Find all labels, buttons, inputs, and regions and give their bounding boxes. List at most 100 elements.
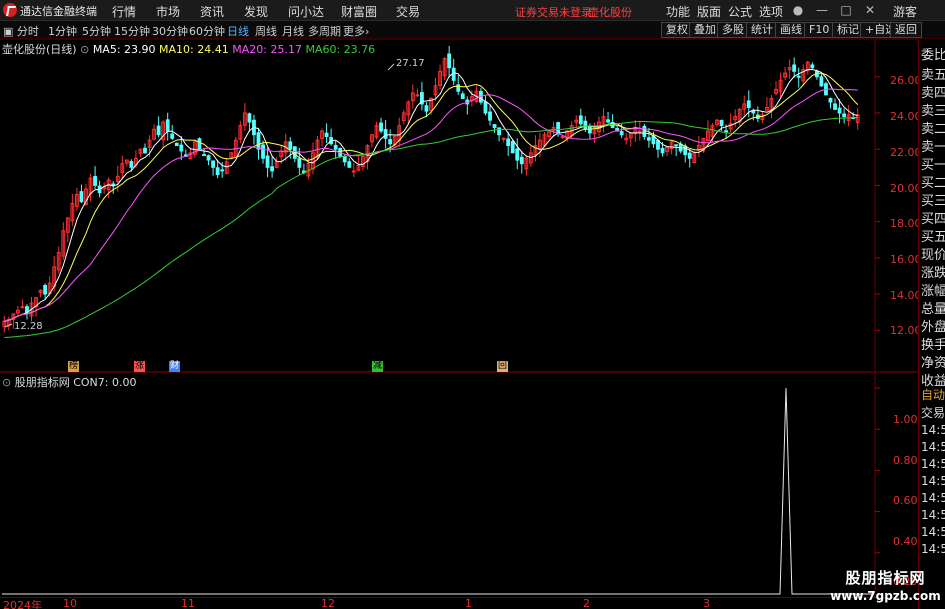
candle-body [20, 306, 25, 309]
price-tick: 24.00 [890, 110, 922, 123]
candle-body [347, 161, 352, 168]
candle-body [383, 129, 388, 139]
f10-button[interactable]: F10 [804, 22, 835, 38]
candle-body [79, 191, 84, 203]
auto-trade-tab[interactable]: 自动 [921, 386, 945, 403]
tab-5min[interactable]: 5分钟 [82, 23, 111, 39]
menu-news[interactable]: 资讯 [200, 3, 224, 20]
multi-stock-button[interactable]: 多股 [717, 22, 749, 38]
quote-label: 委比 [921, 48, 945, 63]
event-marker[interactable]: 回 [497, 361, 508, 372]
menu-market[interactable]: 市场 [156, 3, 180, 20]
ma60-line [4, 117, 858, 338]
tab-more-label: 更多 [343, 25, 365, 38]
event-marker[interactable]: 减 [372, 361, 383, 372]
back-button[interactable]: 返回 [890, 22, 922, 38]
menu-function[interactable]: 功能 [666, 3, 690, 20]
price-tick: 12.00 [890, 324, 922, 337]
period-toolbar: ▣ 分时 1分钟 5分钟 15分钟 30分钟 60分钟 日线 周线 月线 多周期… [0, 21, 945, 39]
price-tick: 14.00 [890, 289, 922, 302]
event-marker[interactable]: 榜 [68, 361, 79, 372]
menu-formula[interactable]: 公式 [728, 3, 752, 20]
indicator-tick: 1.00 [893, 413, 918, 426]
menu-options[interactable]: 选项 [759, 3, 783, 20]
menu-ask[interactable]: 问小达 [288, 3, 324, 20]
tab-weekly[interactable]: 周线 [255, 23, 277, 39]
menu-wealth[interactable]: 财富圈 [341, 3, 377, 20]
candle-body [43, 284, 48, 295]
date-tick: 11 [181, 597, 195, 609]
menu-quotes[interactable]: 行情 [112, 3, 136, 20]
high-annotation: 27.17 [396, 58, 425, 69]
date-tick: 1 [465, 597, 472, 609]
close-icon[interactable]: ✕ [862, 2, 878, 18]
candle-body [93, 176, 97, 186]
chevron-right-icon: › [365, 25, 370, 38]
menu-trade[interactable]: 交易 [396, 3, 420, 20]
quote-label: 总量 [921, 302, 945, 317]
draw-line-button[interactable]: 画线 [775, 22, 807, 38]
menu-discover[interactable]: 发现 [244, 3, 268, 20]
chevron-down-icon[interactable]: ⊙ [2, 376, 11, 389]
candle-body [379, 122, 383, 132]
candle-body [174, 142, 179, 147]
candle-body [606, 119, 610, 123]
event-marker[interactable]: 涨 [134, 361, 145, 372]
candle-body [270, 166, 275, 172]
quote-label: 卖二 [921, 122, 945, 137]
low-annotation: 12.28 [14, 321, 43, 332]
menu-layout[interactable]: 版面 [697, 3, 721, 20]
candle-body [637, 130, 642, 133]
candle-body [792, 64, 797, 72]
tab-more[interactable]: 更多› [343, 23, 369, 39]
app-window: 通达信金融终端 行情 市场 资讯 发现 问小达 财富圈 交易 证券交易未登录 壶… [0, 0, 945, 609]
tab-30min[interactable]: 30分钟 [152, 23, 188, 39]
candle-body [256, 132, 261, 150]
candle-body [833, 103, 837, 110]
candle-body [451, 67, 456, 81]
date-tick: 3 [703, 597, 710, 609]
candle-body [488, 111, 492, 121]
candle-body [828, 98, 833, 103]
candle-body [324, 132, 329, 137]
candle-body [746, 100, 751, 109]
candle-body [674, 144, 679, 147]
guest-label[interactable]: 游客 [893, 3, 917, 20]
current-stock-link[interactable]: 壶化股份 [588, 4, 632, 20]
quote-label: 买一 [921, 158, 945, 173]
candle-body [583, 120, 588, 130]
tab-multi-period[interactable]: 多周期 [308, 23, 341, 39]
login-status-link[interactable]: 证券交易未登录 [515, 4, 592, 20]
tab-intraday[interactable]: ▣ 分时 [3, 23, 39, 39]
tab-monthly[interactable]: 月线 [282, 23, 304, 39]
ma10-value: MA10: 24.41 [159, 43, 229, 56]
candle-body [460, 93, 465, 99]
ma20-value: MA20: 25.17 [232, 43, 302, 56]
candle-body [211, 160, 216, 168]
indicator-legend: ⊙ 股朋指标网 CON7: 0.00 [2, 374, 136, 390]
tab-60min[interactable]: 60分钟 [189, 23, 225, 39]
statistics-button[interactable]: 统计 [746, 22, 778, 38]
tab-intraday-label: 分时 [16, 25, 39, 38]
chevron-down-icon[interactable]: ⊙ [80, 43, 89, 56]
tab-15min[interactable]: 15分钟 [114, 23, 150, 39]
candle-body [556, 122, 561, 134]
candle-body [206, 155, 211, 161]
candle-body [261, 144, 265, 159]
maximize-icon[interactable]: □ [838, 2, 854, 18]
user-icon[interactable]: ● [790, 2, 806, 18]
tab-1min[interactable]: 1分钟 [48, 23, 77, 39]
candle-body [143, 147, 147, 154]
minimize-icon[interactable]: — [814, 2, 830, 18]
candle-body [810, 64, 815, 69]
quote-label: 涨幅 [921, 284, 945, 299]
event-marker[interactable]: 财 [169, 361, 180, 372]
quote-label: 涨跌 [921, 266, 945, 281]
trade-tab[interactable]: 交易 [921, 404, 945, 421]
ma60-value: MA60: 23.76 [305, 43, 376, 56]
quote-label: 外盘 [921, 320, 945, 335]
candle-body [215, 167, 220, 176]
candle-body [515, 148, 520, 161]
tab-daily[interactable]: 日线 [227, 23, 249, 39]
quote-label: 卖三 [921, 104, 945, 119]
